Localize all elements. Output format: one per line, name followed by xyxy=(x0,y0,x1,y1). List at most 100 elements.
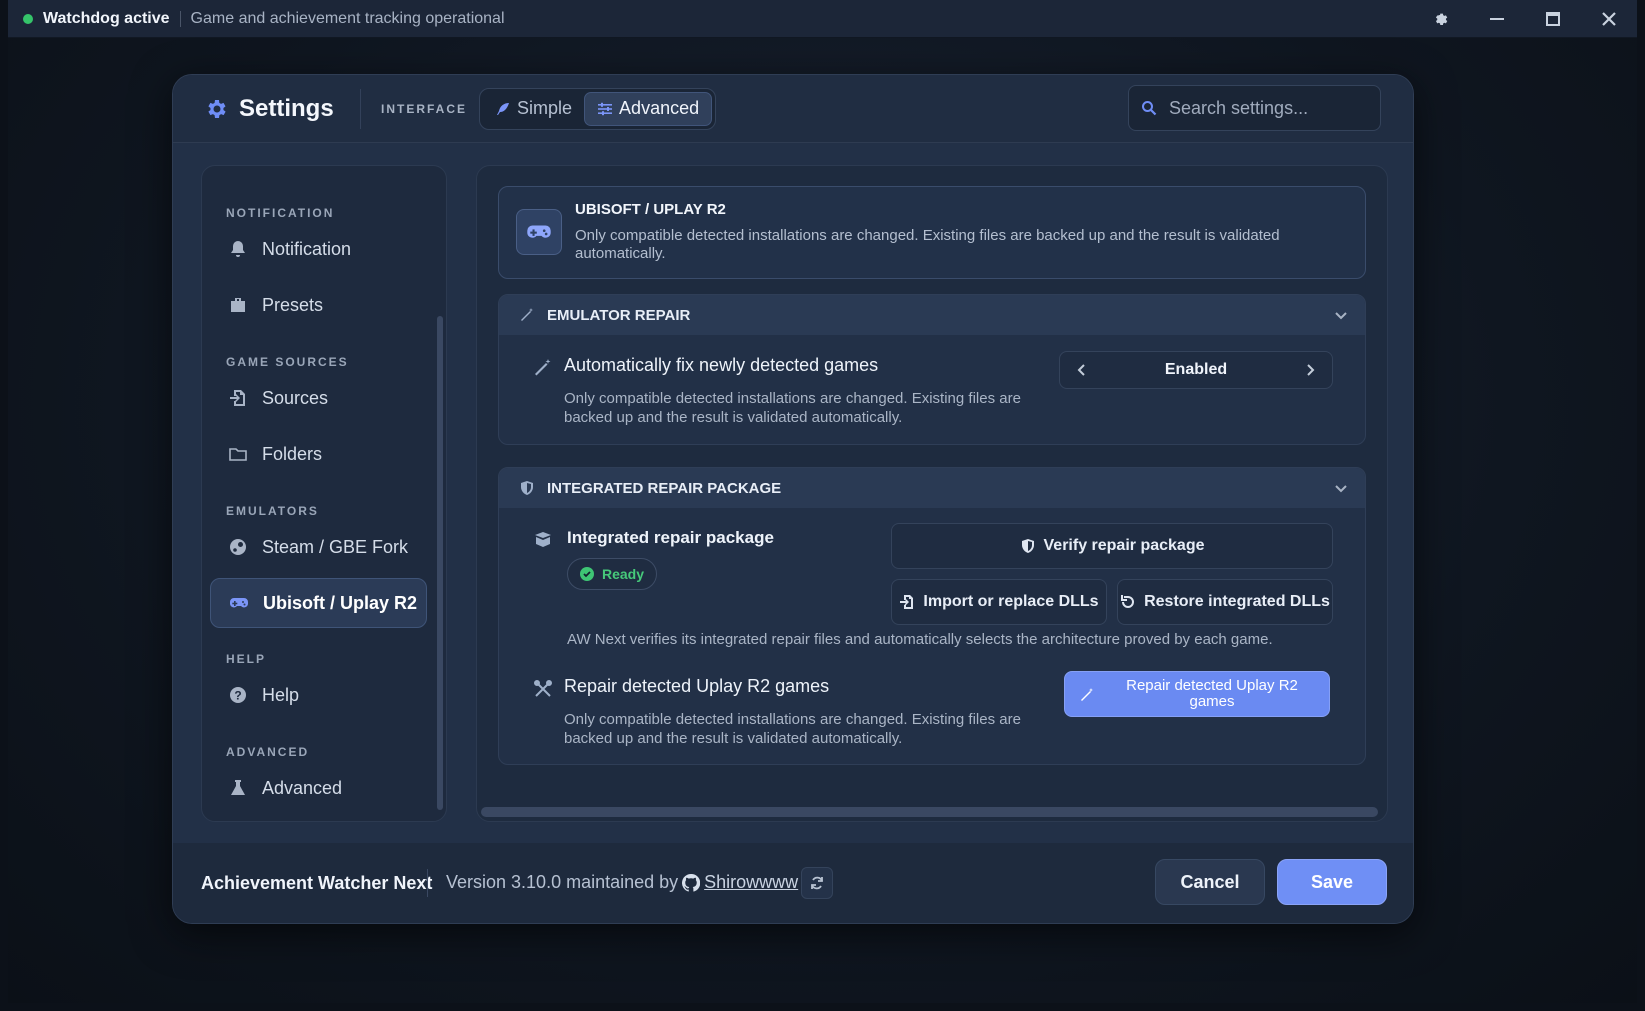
dialog-header: Settings INTERFACE Simple Advanced xyxy=(173,75,1413,143)
mode-simple-button[interactable]: Simple xyxy=(483,92,584,126)
import-dlls-button[interactable]: Import or replace DLLs xyxy=(891,579,1107,625)
maximize-icon xyxy=(1546,12,1560,26)
gamepad-icon xyxy=(527,225,551,238)
sidebar-section-emulators: EMULATORS xyxy=(226,504,319,518)
refresh-icon xyxy=(811,876,823,890)
dialog-footer: Achievement Watcher Next Version 3.10.0 … xyxy=(173,843,1413,923)
sidebar-item-ubisoft[interactable]: Ubisoft / Uplay R2 xyxy=(210,578,427,628)
repair-games-button[interactable]: Repair detected Uplay R2 games xyxy=(1064,671,1330,717)
hero-icon-box xyxy=(516,209,562,255)
app-name: Achievement Watcher Next xyxy=(201,873,433,893)
watchdog-status: Watchdog active xyxy=(43,9,170,27)
header-divider xyxy=(360,88,361,129)
minimize-icon xyxy=(1490,18,1504,20)
emulator-repair-header[interactable]: EMULATOR REPAIR xyxy=(499,295,1365,335)
gear-icon xyxy=(1435,13,1448,25)
sidebar-section-notification: NOTIFICATION xyxy=(226,206,335,220)
sliders-icon xyxy=(598,102,613,115)
magic-wand-icon xyxy=(535,359,551,376)
chevron-down-icon xyxy=(1335,312,1347,320)
svg-text:?: ? xyxy=(234,689,241,703)
tools-icon xyxy=(534,680,552,697)
refresh-button[interactable] xyxy=(801,867,833,899)
settings-sidebar: NOTIFICATION Notification Presets GAME S… xyxy=(201,165,447,822)
hero-description: Only compatible detected installations a… xyxy=(575,227,1280,262)
verify-package-label: Verify repair package xyxy=(1043,537,1205,554)
settings-content: UBISOFT / UPLAY R2 Only compatible detec… xyxy=(476,165,1388,822)
cancel-button[interactable]: Cancel xyxy=(1155,859,1265,905)
author-link[interactable]: Shirowwww xyxy=(704,872,798,893)
sidebar-section-help: HELP xyxy=(226,652,267,666)
search-input[interactable] xyxy=(1169,97,1369,119)
dialog-title-wrap: Settings xyxy=(173,95,360,123)
file-import-icon xyxy=(230,390,245,406)
sidebar-item-notification[interactable]: Notification xyxy=(210,224,427,274)
auto-fix-title: Automatically fix newly detected games xyxy=(564,355,879,375)
sidebar-item-help[interactable]: ? Help xyxy=(210,670,427,720)
undo-icon xyxy=(1121,595,1135,608)
content-horizontal-scrollbar[interactable] xyxy=(481,807,1378,817)
repair-games-description: Only compatible detected installations a… xyxy=(564,711,1021,747)
restore-dlls-label: Restore integrated DLLs xyxy=(1144,593,1330,610)
chevron-down-icon xyxy=(1335,485,1347,493)
settings-dialog: Settings INTERFACE Simple Advanced Searc… xyxy=(172,74,1414,924)
verify-package-button[interactable]: Verify repair package xyxy=(891,523,1333,569)
import-dlls-label: Import or replace DLLs xyxy=(923,593,1099,610)
gamepad-icon xyxy=(230,598,248,608)
sidebar-item-folders[interactable]: Folders xyxy=(210,429,427,479)
github-icon xyxy=(682,873,701,892)
sidebar-item-advanced[interactable]: Advanced xyxy=(210,763,427,813)
tracking-status-text: Game and achievement tracking operationa… xyxy=(190,9,505,27)
sidebar-item-steam[interactable]: Steam / GBE Fork xyxy=(210,522,427,572)
interface-label: INTERFACE xyxy=(381,101,468,116)
package-title: Integrated repair package xyxy=(567,528,774,547)
maximize-button[interactable] xyxy=(1525,0,1581,38)
repair-games-button-label: Repair detected Uplay R2 games xyxy=(1126,677,1298,710)
search-icon xyxy=(1142,101,1157,116)
question-icon: ? xyxy=(230,687,246,703)
folder-icon xyxy=(229,448,247,461)
save-button[interactable]: Save xyxy=(1277,859,1387,905)
app-window: Watchdog active Game and achievement tra… xyxy=(8,0,1637,1003)
integrated-repair-header[interactable]: INTEGRATED REPAIR PACKAGE xyxy=(499,468,1365,508)
integrated-repair-card: INTEGRATED REPAIR PACKAGE Integrated rep… xyxy=(498,467,1366,765)
sidebar-item-label: Advanced xyxy=(262,777,343,798)
box-open-icon xyxy=(535,532,551,547)
search-box xyxy=(1128,85,1381,131)
mode-advanced-button[interactable]: Advanced xyxy=(584,91,713,126)
mode-advanced-label: Advanced xyxy=(619,98,700,118)
briefcase-icon xyxy=(231,298,245,312)
emulator-repair-title: EMULATOR REPAIR xyxy=(547,306,691,324)
sidebar-scrollbar[interactable] xyxy=(437,316,443,810)
chevron-left-icon[interactable] xyxy=(1074,362,1090,378)
chevron-right-icon[interactable] xyxy=(1302,362,1318,378)
version-info: Version 3.10.0 maintained by Shirowwww xyxy=(446,872,798,893)
auto-fix-value: Enabled xyxy=(1164,361,1228,378)
hero-title: UBISOFT / UPLAY R2 xyxy=(575,201,726,218)
bell-icon xyxy=(231,241,245,257)
repair-games-title: Repair detected Uplay R2 games xyxy=(564,676,830,696)
sidebar-item-sources[interactable]: Sources xyxy=(210,373,427,423)
sidebar-section-game-sources: GAME SOURCES xyxy=(226,355,349,369)
sidebar-item-presets[interactable]: Presets xyxy=(210,280,427,330)
close-icon xyxy=(1602,12,1616,26)
settings-gear-button[interactable] xyxy=(1413,0,1469,38)
integrated-note: AW Next verifies its integrated repair f… xyxy=(567,631,1273,648)
auto-fix-description: Only compatible detected installations a… xyxy=(564,390,1021,426)
close-button[interactable] xyxy=(1581,0,1637,38)
restore-dlls-button[interactable]: Restore integrated DLLs xyxy=(1117,579,1333,625)
sidebar-section-advanced: ADVANCED xyxy=(226,745,310,759)
minimize-button[interactable] xyxy=(1469,0,1525,38)
shield-icon xyxy=(521,481,533,495)
sidebar-item-label: Ubisoft / Uplay R2 xyxy=(263,592,418,613)
footer-divider xyxy=(427,869,428,897)
check-circle-icon xyxy=(580,567,594,581)
auto-fix-stepper: Enabled xyxy=(1059,351,1333,389)
dialog-body: NOTIFICATION Notification Presets GAME S… xyxy=(173,143,1413,843)
status-badge: Ready xyxy=(567,558,658,590)
sidebar-item-label: Folders xyxy=(262,443,323,464)
magic-wand-icon xyxy=(521,308,533,321)
gear-icon xyxy=(208,99,226,118)
magic-wand-icon xyxy=(1081,688,1093,701)
status-badge-text: Ready xyxy=(602,566,645,582)
